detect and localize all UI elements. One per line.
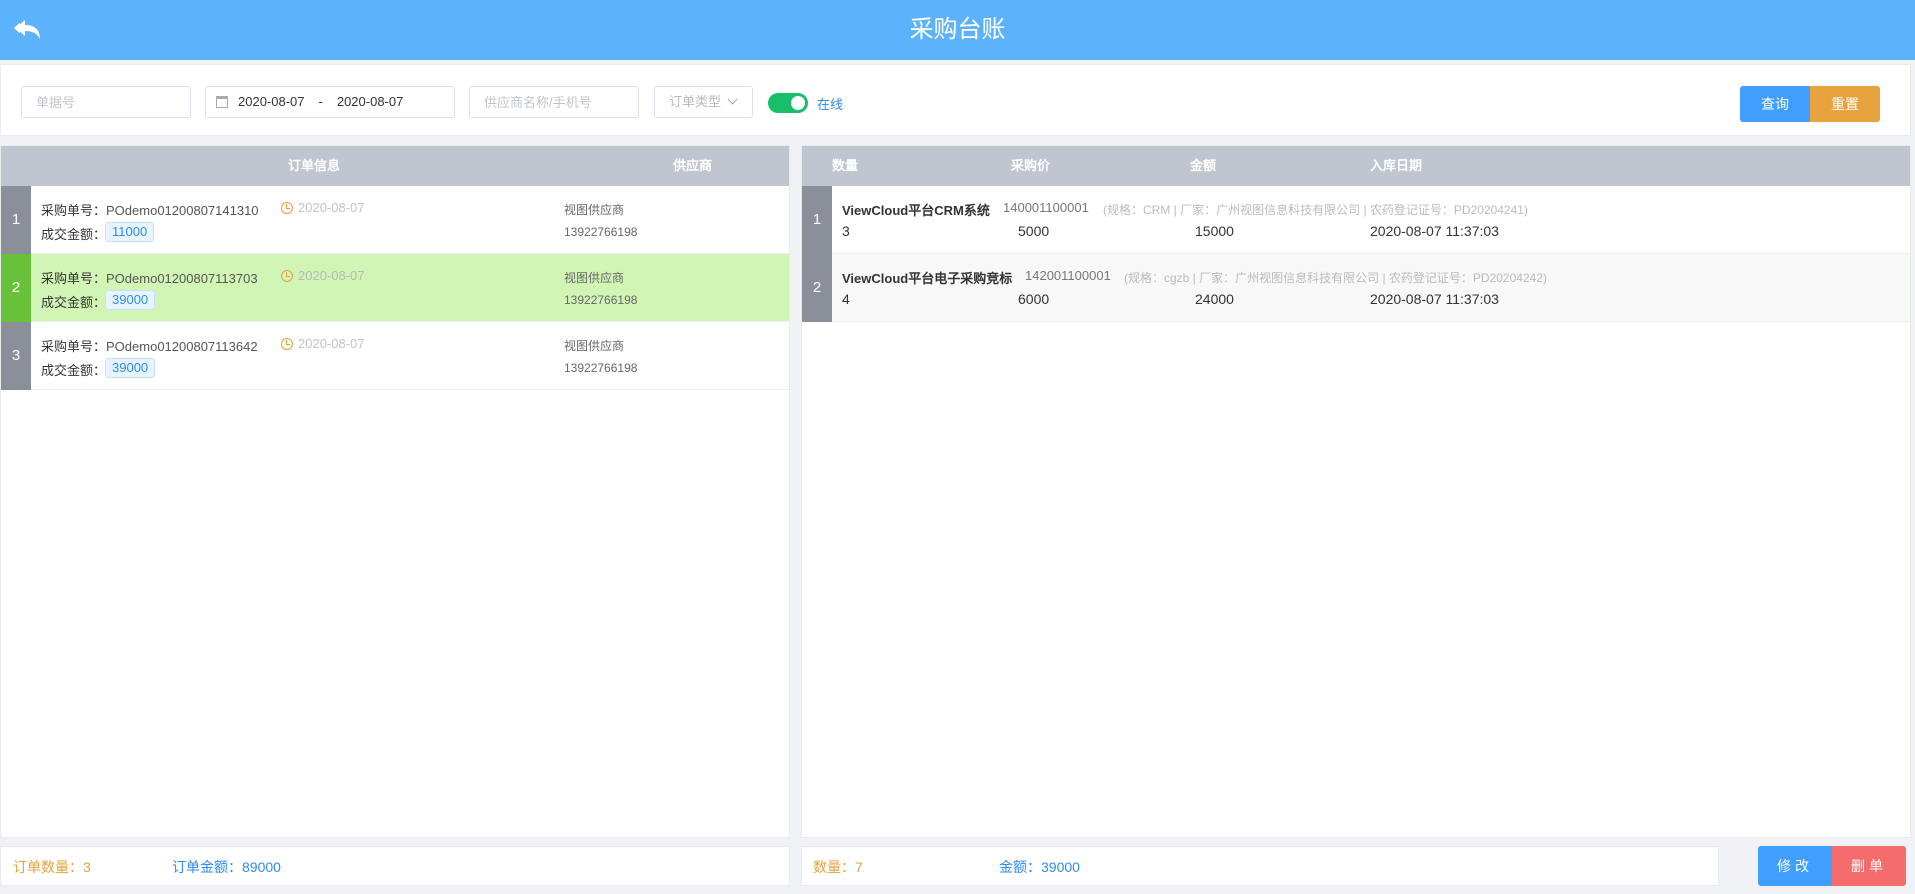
amount-total: 金额：39000 bbox=[999, 859, 1080, 875]
supplier-name: 视图供应商 bbox=[564, 203, 625, 217]
amount-tag: 11000 bbox=[105, 222, 155, 242]
supplier-name: 视图供应商 bbox=[564, 271, 625, 285]
details-table-header: 数量 采购价 金额 入库日期 bbox=[802, 146, 1910, 186]
toggle-knob bbox=[791, 96, 805, 110]
po-number: 采购单号：POdemo01200807141310 bbox=[41, 200, 259, 219]
orders-footer: 订单数量：3 订单金额：89000 bbox=[0, 846, 790, 886]
row-index: 3 bbox=[1, 322, 31, 390]
amount-label: 成交金额： bbox=[41, 295, 107, 310]
delete-order-button[interactable]: 删单 bbox=[1832, 846, 1906, 886]
date-cell: 2020-08-07 11:37:03 bbox=[1370, 291, 1499, 307]
order-row[interactable]: 3 采购单号：POdemo01200807113642 2020-08-07 成… bbox=[1, 322, 789, 390]
product-code: 142001100001 bbox=[1025, 268, 1111, 283]
po-value: POdemo01200807113703 bbox=[106, 271, 258, 286]
po-value: POdemo01200807141310 bbox=[106, 203, 259, 218]
qty-cell: 4 bbox=[842, 291, 850, 307]
product-spec: (规格：cgzb | 厂家：广州视图信息科技有限公司 | 农药登记证号：PD20… bbox=[1124, 271, 1547, 285]
order-date: 2020-08-07 bbox=[298, 336, 365, 351]
orders-table-header: 订单信息 供应商 bbox=[1, 146, 789, 186]
price-cell: 5000 bbox=[1018, 223, 1050, 239]
header-amount: 金额 bbox=[1190, 158, 1217, 173]
date-range-picker[interactable]: 2020-08-07-2020-08-07 bbox=[205, 86, 455, 118]
clock-icon bbox=[281, 270, 293, 282]
edit-button[interactable]: 修改 bbox=[1758, 846, 1832, 886]
product-code: 140001100001 bbox=[1003, 200, 1089, 215]
supplier-phone: 13922766198 bbox=[564, 293, 638, 307]
po-label: 采购单号： bbox=[41, 203, 107, 218]
amount-tag: 39000 bbox=[105, 358, 156, 378]
online-label: 在线 bbox=[817, 97, 844, 112]
reset-button[interactable]: 重置 bbox=[1810, 86, 1880, 122]
order-type-placeholder: 订单类型 bbox=[669, 94, 722, 109]
order-type-select[interactable]: 订单类型 bbox=[654, 86, 753, 118]
order-date: 2020-08-07 bbox=[298, 268, 365, 283]
product-spec: (规格：CRM | 厂家：广州视图信息科技有限公司 | 农药登记证号：PD202… bbox=[1103, 203, 1528, 217]
amount-cell: 24000 bbox=[1195, 291, 1234, 307]
date-separator: - bbox=[318, 94, 323, 109]
po-value: POdemo01200807113642 bbox=[106, 339, 258, 354]
po-label: 采购单号： bbox=[41, 271, 107, 286]
supplier-phone: 13922766198 bbox=[564, 225, 638, 239]
row-index: 1 bbox=[1, 186, 31, 254]
qty-cell: 3 bbox=[842, 223, 850, 239]
po-number: 采购单号：POdemo01200807113642 bbox=[41, 336, 258, 355]
chevron-down-icon bbox=[727, 94, 738, 105]
qty-total: 数量：7 bbox=[813, 859, 863, 875]
order-number-input[interactable] bbox=[21, 86, 191, 118]
supplier-phone: 13922766198 bbox=[564, 361, 638, 375]
row-index: 2 bbox=[802, 254, 832, 322]
page-title: 采购台账 bbox=[909, 16, 1006, 43]
header-price: 采购价 bbox=[1011, 158, 1051, 173]
order-count: 订单数量：3 bbox=[13, 859, 91, 875]
date-start: 2020-08-07 bbox=[238, 94, 305, 109]
orders-panel: 订单信息 供应商 1 采购单号：POdemo01200807141310 202… bbox=[0, 145, 790, 838]
supplier-name: 视图供应商 bbox=[564, 339, 625, 353]
details-panel: 数量 采购价 金额 入库日期 1 ViewCloud平台CRM系统 140001… bbox=[801, 145, 1911, 838]
online-toggle[interactable] bbox=[768, 93, 808, 113]
calendar-icon bbox=[216, 95, 228, 108]
po-label: 采购单号： bbox=[41, 339, 107, 354]
header-order-info: 订单信息 bbox=[288, 158, 341, 173]
order-row[interactable]: 1 采购单号：POdemo01200807141310 2020-08-07 成… bbox=[1, 186, 789, 254]
clock-icon bbox=[281, 202, 293, 214]
product-name: ViewCloud平台电子采购竞标 bbox=[842, 271, 1013, 286]
amount-cell: 15000 bbox=[1195, 223, 1234, 239]
date-end: 2020-08-07 bbox=[336, 94, 404, 109]
row-index: 1 bbox=[802, 186, 832, 254]
order-date: 2020-08-07 bbox=[298, 200, 365, 215]
detail-row[interactable]: 2 ViewCloud平台电子采购竞标 142001100001 (规格：cgz… bbox=[802, 254, 1910, 322]
detail-row[interactable]: 1 ViewCloud平台CRM系统 140001100001 (规格：CRM … bbox=[802, 186, 1910, 254]
row-index: 2 bbox=[1, 254, 31, 322]
price-cell: 6000 bbox=[1018, 291, 1050, 307]
header-qty: 数量 bbox=[832, 158, 859, 173]
query-button[interactable]: 查询 bbox=[1740, 86, 1810, 122]
order-row[interactable]: 2 采购单号：POdemo01200807113703 2020-08-07 成… bbox=[1, 254, 789, 322]
amount-tag: 39000 bbox=[105, 290, 156, 310]
product-name: ViewCloud平台CRM系统 bbox=[842, 203, 990, 218]
header-date: 入库日期 bbox=[1370, 158, 1423, 173]
amount-label: 成交金额： bbox=[41, 227, 107, 242]
amount-label: 成交金额： bbox=[41, 363, 107, 378]
supplier-search-input[interactable] bbox=[469, 86, 639, 118]
details-footer: 数量：7 金额：39000 bbox=[801, 846, 1719, 886]
date-cell: 2020-08-07 11:37:03 bbox=[1370, 223, 1499, 239]
order-amount-total: 订单金额：89000 bbox=[172, 859, 281, 875]
po-number: 采购单号：POdemo01200807113703 bbox=[41, 268, 258, 287]
header-supplier: 供应商 bbox=[673, 158, 713, 173]
clock-icon bbox=[281, 338, 293, 350]
top-bar: 采购台账 bbox=[0, 0, 1915, 60]
